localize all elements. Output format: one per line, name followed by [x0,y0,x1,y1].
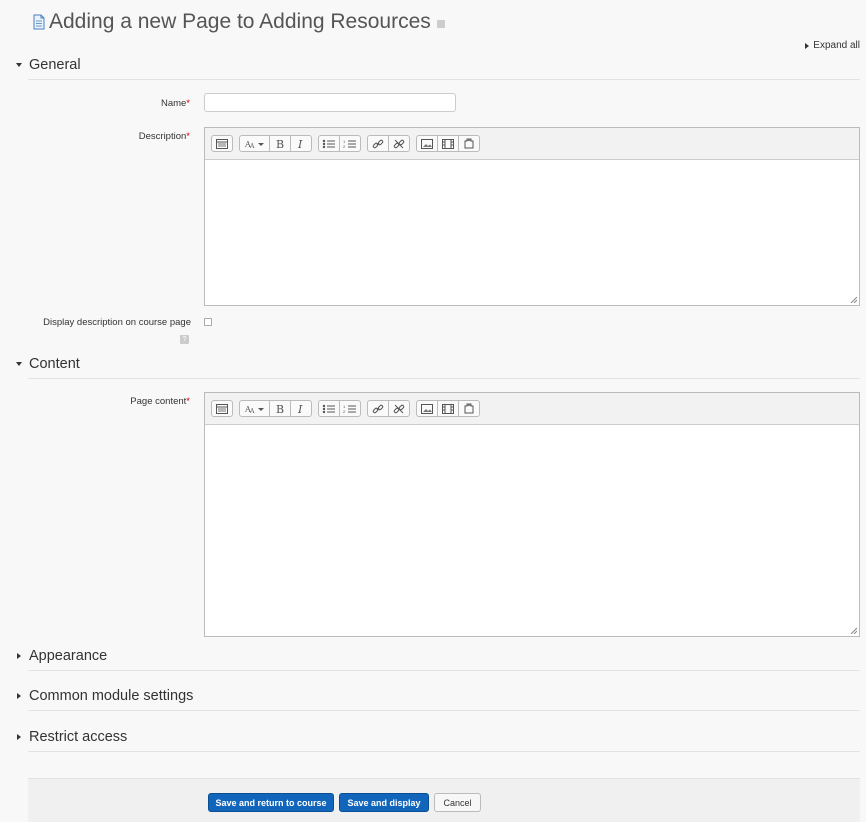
caret-right-icon [17,734,21,740]
divider [28,751,860,752]
cancel-button[interactable]: Cancel [434,793,481,812]
section-common-module-settings[interactable]: Common module settings [15,688,193,704]
section-restrict-access[interactable]: Restrict access [15,729,127,745]
italic-icon[interactable]: I [290,135,312,152]
caret-right-icon [17,653,21,659]
description-editor[interactable]: AA B I 12 [204,127,860,306]
svg-text:2: 2 [343,409,346,414]
section-appearance[interactable]: Appearance [15,648,107,664]
unlink-icon[interactable] [388,400,410,417]
image-icon[interactable] [416,135,438,152]
media-icon[interactable] [437,135,459,152]
page-content-label: Page content* [130,396,190,407]
section-general[interactable]: General [15,57,81,73]
toolbar-toggle-icon[interactable] [211,135,233,152]
unordered-list-icon[interactable] [318,135,340,152]
section-content[interactable]: Content [15,356,80,372]
help-icon[interactable]: ? [180,335,189,344]
section-appearance-label: Appearance [29,648,108,664]
divider [28,79,860,80]
divider [28,378,860,379]
bold-icon[interactable]: B [269,135,291,152]
display-description-label: Display description on course page [43,317,191,328]
svg-text:A: A [249,143,255,149]
expand-all-label: Expand all [813,40,860,51]
resize-grip-icon[interactable] [850,627,857,634]
manage-files-icon[interactable] [458,400,480,417]
ordered-list-icon[interactable]: 12 [339,400,361,417]
resize-grip-icon[interactable] [850,296,857,303]
divider [28,710,860,711]
svg-text:I: I [297,138,303,150]
expand-all-link[interactable]: Expand all [805,40,860,51]
image-icon[interactable] [416,400,438,417]
toolbar-toggle-icon[interactable] [211,400,233,417]
caret-right-icon [17,693,21,699]
divider [28,670,860,671]
display-description-checkbox[interactable] [204,318,212,326]
svg-text:B: B [276,138,284,150]
svg-text:B: B [276,403,284,415]
media-icon[interactable] [437,400,459,417]
page-title: Adding a new Page to Adding Resources [32,8,445,36]
editor-toolbar: AA B I 12 [205,128,859,160]
editor-toolbar: AA B I 12 [205,393,859,425]
font-style-icon[interactable]: AA [239,400,270,417]
name-input[interactable] [204,93,456,112]
section-restrict-access-label: Restrict access [29,729,128,745]
required-marker: * [186,98,190,109]
svg-text:A: A [249,408,255,414]
name-label: Name* [160,98,190,109]
font-style-icon[interactable]: AA [239,135,270,152]
page-content-editor[interactable]: AA B I 12 [204,392,860,637]
required-marker: * [186,131,190,142]
required-marker: * [186,396,190,407]
ordered-list-icon[interactable]: 12 [339,135,361,152]
page-title-text: Adding a new Page to Adding Resources [49,10,431,33]
help-icon[interactable] [436,20,445,28]
page-icon [33,14,45,30]
svg-text:2: 2 [343,144,346,149]
unordered-list-icon[interactable] [318,400,340,417]
section-general-label: General [29,57,81,73]
section-content-label: Content [29,356,80,372]
svg-text:I: I [297,403,303,415]
unlink-icon[interactable] [388,135,410,152]
caret-right-icon [805,42,810,49]
caret-down-icon [16,362,22,366]
link-icon[interactable] [367,135,389,152]
section-common-module-label: Common module settings [29,688,194,704]
save-and-display-button[interactable]: Save and display [339,793,429,812]
italic-icon[interactable]: I [290,400,312,417]
save-and-return-button[interactable]: Save and return to course [208,793,334,812]
description-label: Description* [138,131,190,142]
link-icon[interactable] [367,400,389,417]
manage-files-icon[interactable] [458,135,480,152]
bold-icon[interactable]: B [269,400,291,417]
caret-down-icon [16,63,22,67]
